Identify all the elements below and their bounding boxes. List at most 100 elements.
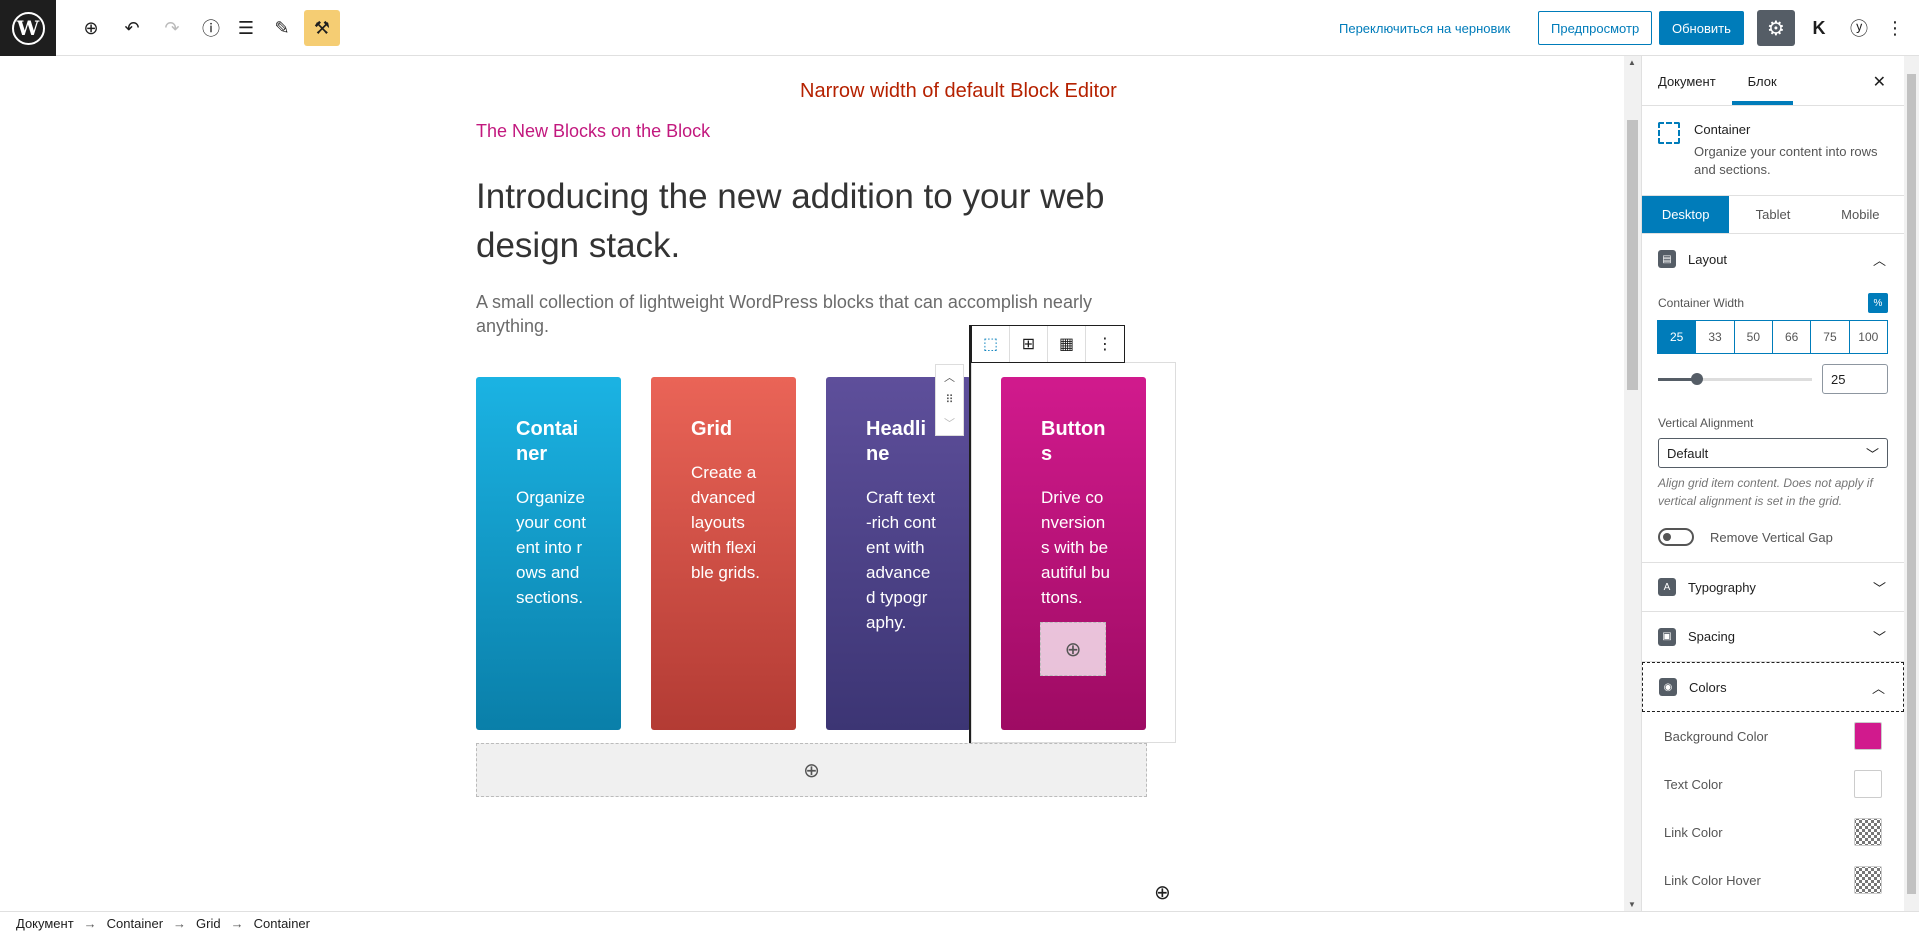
append-plus-icon[interactable]: ⊕ — [803, 758, 820, 783]
panel-title: Layout — [1688, 251, 1728, 267]
editor-header: W ⊕ ↶ ↷ ⓘ ☰ ✎ ⚒ Переключиться на чернови… — [0, 0, 1919, 56]
width-presets: 25 33 50 66 75 100 — [1657, 320, 1888, 354]
layout-panel-body: Container Width % 25 33 50 66 75 100 25 … — [1642, 284, 1904, 562]
width-option-33[interactable]: 33 — [1695, 320, 1735, 354]
annotation-note: Narrow width of default Block Editor — [800, 80, 1117, 102]
panel-title: Colors — [1689, 679, 1727, 695]
sidebar-scrollbar[interactable] — [1904, 56, 1919, 911]
card-buttons[interactable]: Buttons Drive conversions with beautiful… — [1001, 377, 1146, 730]
breadcrumb-separator: → — [230, 915, 244, 931]
color-row-background: Background Color — [1642, 712, 1904, 760]
kicker-text[interactable]: The New Blocks on the Block — [476, 121, 710, 142]
chevron-up-icon: ︿ — [1872, 252, 1886, 268]
scrollbar-thumb[interactable] — [1627, 120, 1638, 390]
spacing-icon: ▣ — [1658, 627, 1676, 646]
block-card: Container Organize your content into row… — [1642, 106, 1904, 196]
undo-icon[interactable]: ↶ — [117, 13, 147, 43]
tab-block[interactable]: Блок — [1731, 74, 1793, 105]
block-toolbar: ⬚ ⊞ ▦ ⋮ — [971, 325, 1125, 363]
table-layout-icon[interactable]: ▦ — [1048, 326, 1086, 362]
color-label: Link Color — [1664, 824, 1723, 840]
card-text: Create advanced layouts with flexible gr… — [691, 463, 760, 582]
card-text: Drive conversions with beautiful buttons… — [1041, 488, 1110, 607]
tools-hammer-icon[interactable]: ⚒ — [304, 10, 340, 46]
block-more-options-icon[interactable]: ⋮ — [1086, 326, 1124, 362]
plugin-k-icon[interactable]: K — [1804, 13, 1834, 43]
link-hover-color-swatch[interactable] — [1854, 866, 1882, 894]
card-grid[interactable]: Grid Create advanced layouts with flexib… — [651, 377, 796, 730]
background-color-swatch[interactable] — [1854, 722, 1882, 750]
scroll-up-arrow-icon[interactable]: ▲ — [1628, 58, 1636, 67]
outline-list-icon[interactable]: ☰ — [231, 13, 261, 43]
scroll-down-arrow-icon[interactable]: ▼ — [1628, 900, 1636, 909]
panel-colors-header[interactable]: ◉ Colors ︿ — [1642, 662, 1904, 712]
redo-icon[interactable]: ↷ — [157, 13, 187, 43]
breadcrumb-item[interactable]: Container — [254, 916, 310, 931]
main-headline[interactable]: Introducing the new addition to your web… — [476, 172, 1176, 270]
settings-gear-icon[interactable]: ⚙ — [1757, 10, 1795, 46]
default-block-appender-icon[interactable]: ⊕ — [1154, 880, 1171, 905]
width-option-100[interactable]: 100 — [1848, 320, 1888, 354]
panel-title: Spacing — [1688, 629, 1735, 644]
more-options-icon[interactable]: ⋮ — [1880, 13, 1910, 43]
info-icon[interactable]: ⓘ — [196, 13, 226, 43]
selected-block-indicator — [969, 325, 971, 743]
text-color-swatch[interactable] — [1854, 770, 1882, 798]
breadcrumb-item[interactable]: Container — [107, 916, 163, 931]
range-slider[interactable] — [1658, 372, 1812, 385]
color-label: Background Color — [1664, 728, 1769, 744]
width-range-control: 25 — [1658, 364, 1888, 394]
remove-gap-label: Remove Vertical Gap — [1710, 529, 1833, 545]
device-tabs: Desktop Tablet Mobile — [1642, 196, 1904, 234]
card-title: Container — [516, 418, 579, 465]
card-container[interactable]: Container Organize your content into row… — [476, 377, 621, 730]
panel-title: Typography — [1688, 579, 1756, 595]
palette-icon: ◉ — [1659, 678, 1677, 696]
chevron-down-icon: ﹀ — [1865, 446, 1879, 462]
tab-desktop[interactable]: Desktop — [1642, 196, 1730, 233]
yoast-icon[interactable]: ⓨ — [1844, 13, 1874, 43]
append-block-area[interactable]: ⊕ — [476, 743, 1147, 797]
typography-icon: A — [1658, 578, 1676, 596]
layout-icon: ▤ — [1658, 250, 1676, 268]
width-option-50[interactable]: 50 — [1733, 320, 1773, 354]
remove-gap-toggle[interactable] — [1658, 528, 1694, 546]
panel-spacing-header[interactable]: ▣ Spacing ﹀ — [1642, 612, 1904, 662]
card-text: Organize your content into rows and sect… — [516, 488, 586, 607]
width-option-75[interactable]: 75 — [1810, 320, 1850, 354]
vertical-alignment-select[interactable]: Default ﹀ — [1658, 438, 1888, 468]
width-option-66[interactable]: 66 — [1771, 320, 1812, 354]
inner-block-inserter-icon[interactable]: ⊕ — [1040, 622, 1106, 676]
canvas-scrollbar[interactable]: ▲ ▼ — [1624, 56, 1641, 911]
container-block-icon[interactable]: ⬚ — [972, 326, 1010, 362]
tab-mobile[interactable]: Mobile — [1817, 196, 1904, 233]
tab-tablet[interactable]: Tablet — [1729, 196, 1816, 233]
add-inner-block-icon[interactable]: ⊞ — [1010, 326, 1048, 362]
breadcrumb-item[interactable]: Grid — [196, 916, 221, 931]
breadcrumb-item[interactable]: Документ — [16, 916, 74, 931]
preview-button[interactable]: Предпросмотр — [1538, 11, 1653, 45]
edit-pencil-icon[interactable]: ✎ — [267, 13, 297, 43]
width-option-25[interactable]: 25 — [1657, 320, 1697, 354]
panel-typography-header[interactable]: A Typography ﹀ — [1642, 562, 1904, 612]
sidebar-tabs: Документ Блок ✕ — [1642, 56, 1904, 106]
tab-document[interactable]: Документ — [1642, 74, 1732, 105]
range-knob[interactable] — [1690, 372, 1703, 385]
close-icon[interactable]: ✕ — [1873, 72, 1886, 92]
move-up-icon[interactable]: ︿ — [944, 369, 955, 385]
block-movers: ︿ ⠿ ﹀ — [935, 364, 964, 436]
move-down-icon[interactable]: ﹀ — [944, 415, 955, 431]
settings-sidebar: Документ Блок ✕ Container Organize your … — [1641, 56, 1904, 911]
breadcrumb-separator: → — [83, 915, 97, 931]
drag-handle-icon[interactable]: ⠿ — [945, 393, 953, 406]
scrollbar-thumb[interactable] — [1907, 74, 1916, 894]
panel-layout-header[interactable]: ▤ Layout ︿ — [1642, 234, 1904, 284]
wordpress-logo-icon[interactable]: W — [0, 0, 56, 56]
add-block-icon[interactable]: ⊕ — [76, 13, 106, 43]
width-number-input[interactable]: 25 — [1822, 364, 1888, 394]
link-color-swatch[interactable] — [1854, 818, 1882, 846]
chevron-up-icon: ︿ — [1871, 680, 1885, 696]
update-button[interactable]: Обновить — [1659, 11, 1744, 45]
switch-to-draft-link[interactable]: Переключиться на черновик — [1339, 21, 1510, 36]
unit-percent-badge[interactable]: % — [1868, 293, 1888, 313]
